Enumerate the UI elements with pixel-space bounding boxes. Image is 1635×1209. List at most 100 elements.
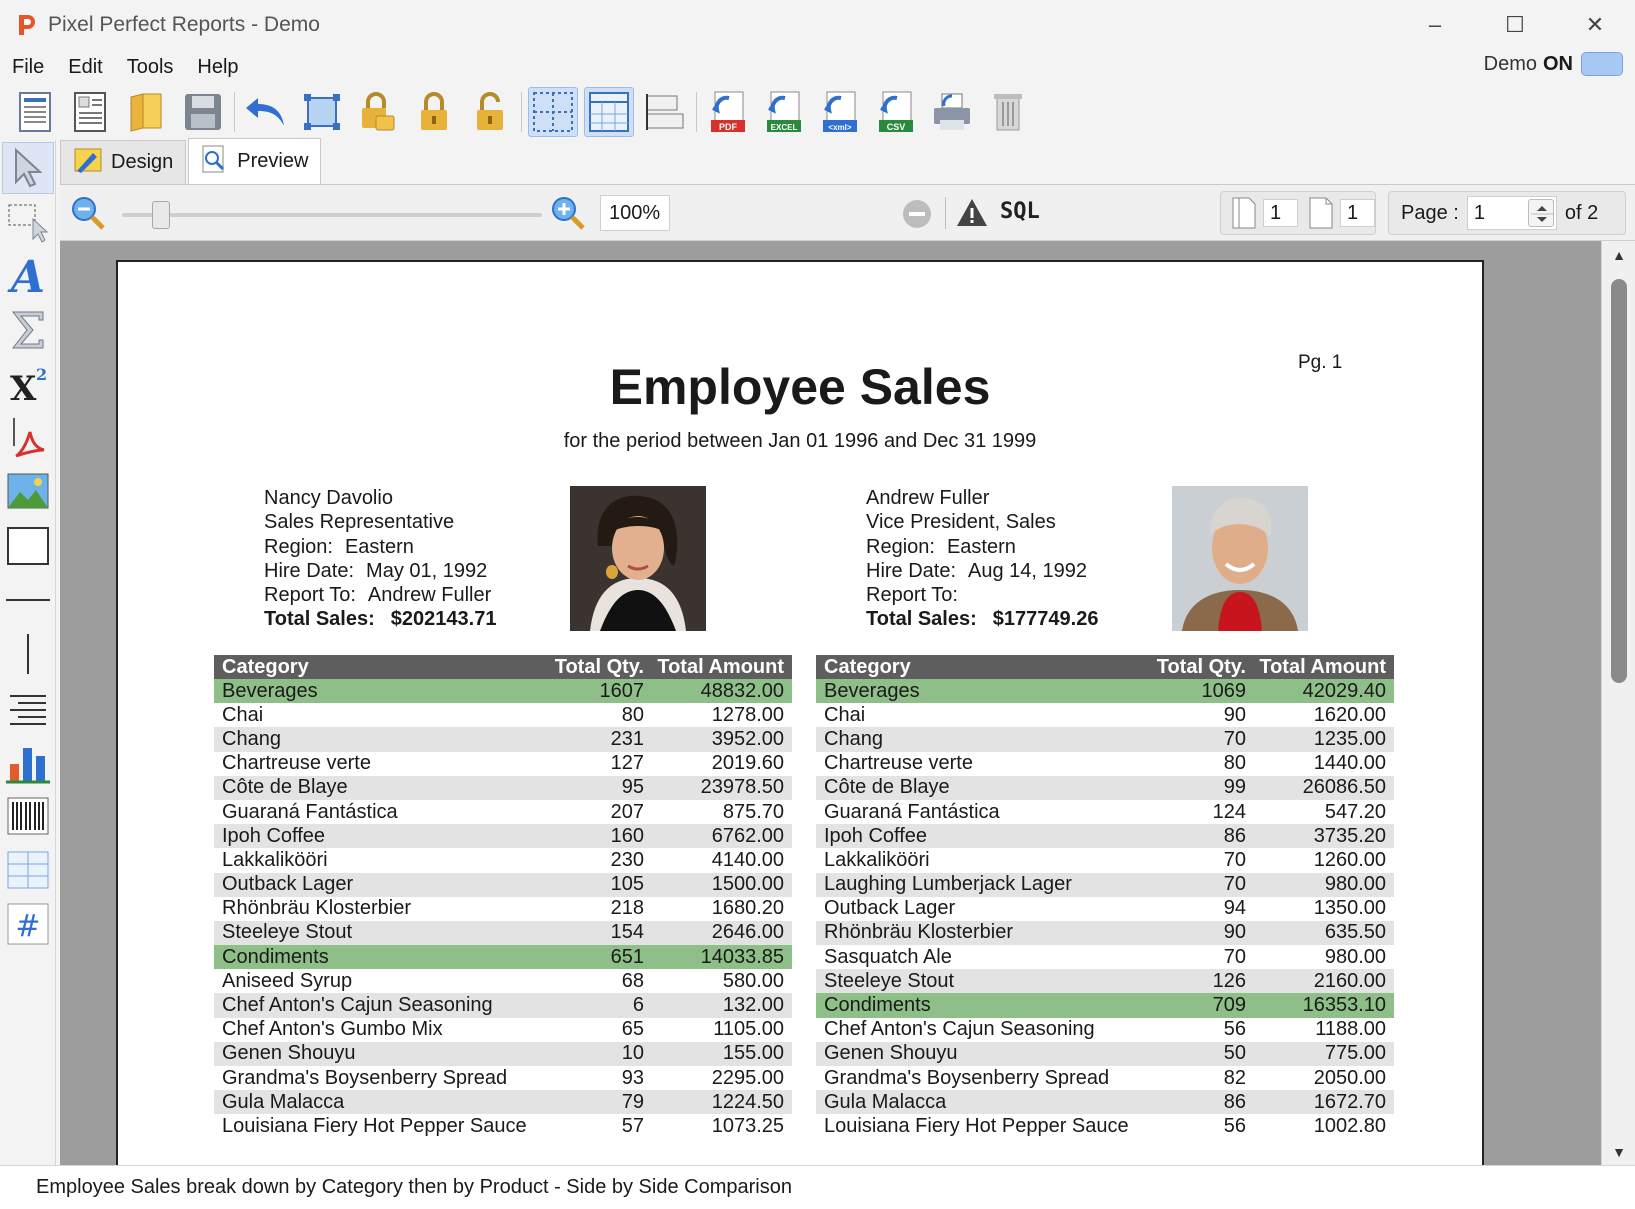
rectangle-tool-icon[interactable] — [2, 520, 54, 572]
report-to-label: Report To: — [866, 584, 958, 607]
tab-preview[interactable]: Preview — [188, 138, 322, 184]
report-wizard-icon[interactable] — [66, 87, 116, 137]
export-csv-icon[interactable]: CSV — [871, 87, 921, 137]
status-bar: Employee Sales break down by Category th… — [0, 1165, 1635, 1209]
status-text: Employee Sales break down by Category th… — [36, 1176, 792, 1198]
close-button[interactable]: ✕ — [1555, 0, 1635, 50]
marquee-select-icon[interactable] — [2, 196, 54, 248]
align-icon[interactable] — [640, 87, 690, 137]
table-tool-icon[interactable] — [2, 844, 54, 896]
scroll-up-icon[interactable]: ▲ — [1602, 241, 1635, 269]
cell-amount: 3952.00 — [711, 727, 784, 750]
lock-icon[interactable] — [353, 87, 403, 137]
table-row: Steeleye Stout 126 2160.00 — [816, 969, 1394, 994]
hire-date-value: Aug 14, 1992 — [968, 559, 1088, 582]
zoom-slider-track[interactable] — [122, 213, 542, 217]
minimize-button[interactable]: – — [1395, 0, 1475, 50]
sql-button[interactable]: SQL — [1000, 199, 1040, 224]
page-number-tool-icon[interactable]: # — [2, 898, 54, 950]
open-folder-icon[interactable] — [122, 87, 172, 137]
unlock-icon[interactable] — [465, 87, 515, 137]
cell-amount: 1672.70 — [1313, 1090, 1386, 1113]
cell-qty: 154 — [610, 921, 644, 944]
print-icon[interactable] — [927, 87, 977, 137]
cell-amount: 14033.85 — [700, 945, 784, 968]
stop-icon[interactable] — [902, 199, 932, 229]
export-xml-icon[interactable]: <xml> — [815, 87, 865, 137]
table-row: Chai 80 1278.00 — [214, 703, 792, 728]
new-report-icon[interactable] — [10, 87, 60, 137]
menu-file[interactable]: File — [0, 56, 56, 79]
save-icon[interactable] — [178, 87, 228, 137]
cell-amount: 1620.00 — [1313, 703, 1386, 726]
toolbar-separator — [696, 92, 697, 132]
cell-amount: 1224.50 — [711, 1090, 784, 1113]
cell-amount: 2295.00 — [711, 1066, 784, 1089]
cell-qty: 80 — [1223, 752, 1246, 775]
cell-qty: 218 — [610, 897, 644, 920]
zoom-out-icon[interactable] — [70, 195, 106, 231]
zoom-level-field[interactable]: 100% — [600, 195, 670, 231]
scrollbar-thumb[interactable] — [1611, 279, 1627, 683]
horizontal-line-icon[interactable] — [2, 574, 54, 626]
barcode-tool-icon[interactable] — [2, 790, 54, 842]
menu-edit[interactable]: Edit — [56, 56, 114, 79]
rich-text-icon[interactable] — [2, 682, 54, 734]
cell-qty: 10 — [621, 1042, 644, 1065]
cell-category: Louisiana Fiery Hot Pepper Sauce — [222, 1114, 527, 1137]
cell-qty: 1069 — [1201, 679, 1247, 702]
menu-help[interactable]: Help — [185, 56, 250, 79]
main-toolbar: PDF EXCEL <xml> CSV — [0, 84, 1635, 140]
select-all-icon[interactable] — [297, 87, 347, 137]
lock-closed-icon[interactable] — [409, 87, 459, 137]
pdf-field-icon[interactable] — [2, 412, 54, 464]
cell-amount: 1440.00 — [1313, 752, 1386, 775]
grid-icon[interactable] — [528, 87, 578, 137]
export-pdf-icon[interactable]: PDF — [703, 87, 753, 137]
report-title: Employee Sales — [609, 359, 991, 415]
pages-across-input[interactable]: 1 — [1263, 199, 1298, 227]
formula-tool-icon[interactable]: X2 — [2, 358, 54, 410]
cell-qty: 126 — [1212, 969, 1246, 992]
text-tool-icon[interactable]: A — [2, 250, 54, 302]
page-number-input[interactable]: 1 — [1466, 196, 1557, 230]
delete-icon[interactable] — [983, 87, 1033, 137]
snap-grid-icon[interactable] — [584, 87, 634, 137]
cell-amount: 2019.60 — [711, 752, 784, 775]
table-row: Chef Anton's Cajun Seasoning 6 132.00 — [214, 993, 792, 1018]
cell-amount: 16353.10 — [1302, 994, 1386, 1017]
warning-icon[interactable] — [956, 197, 988, 229]
vertical-line-icon[interactable] — [2, 628, 54, 680]
table-row: Louisiana Fiery Hot Pepper Sauce 56 1002.8… — [816, 1114, 1394, 1139]
chart-tool-icon[interactable] — [2, 736, 54, 788]
export-excel-icon[interactable]: EXCEL — [759, 87, 809, 137]
maximize-button[interactable]: ☐ — [1475, 0, 1555, 50]
menu-tools[interactable]: Tools — [115, 56, 186, 79]
toolbar-separator — [521, 92, 522, 132]
cell-amount: 1500.00 — [711, 873, 784, 896]
cell-qty: 50 — [1223, 1042, 1246, 1065]
table-row: Côte de Blaye 99 26086.50 — [816, 775, 1394, 800]
tab-design[interactable]: Design — [60, 140, 187, 184]
image-tool-icon[interactable] — [2, 466, 54, 518]
cell-qty: 231 — [610, 727, 644, 750]
zoom-in-icon[interactable] — [550, 195, 586, 231]
svg-text:A: A — [7, 254, 45, 298]
app-window: Pixel Perfect Reports - Demo – ☐ ✕ File … — [0, 0, 1635, 1209]
cell-qty: 160 — [610, 824, 644, 847]
sum-tool-icon[interactable] — [2, 304, 54, 356]
cell-category: Lakkalikööri — [824, 848, 930, 871]
demo-toggle[interactable] — [1581, 52, 1623, 76]
scroll-down-icon[interactable]: ▼ — [1602, 1138, 1635, 1166]
pointer-tool-icon[interactable] — [2, 142, 54, 194]
demo-state: ON — [1543, 52, 1573, 75]
table-row: Chartreuse verte 127 2019.60 — [214, 751, 792, 776]
zoom-slider-thumb[interactable] — [152, 201, 170, 229]
cell-category: Chef Anton's Cajun Seasoning — [222, 994, 493, 1017]
page-spinner[interactable] — [1527, 199, 1554, 227]
vertical-scrollbar[interactable]: ▲ ▼ — [1601, 241, 1635, 1166]
undo-icon[interactable] — [241, 87, 291, 137]
pages-down-input[interactable]: 1 — [1340, 199, 1375, 227]
cell-amount: 1105.00 — [713, 1018, 784, 1041]
cell-qty: 90 — [1223, 703, 1246, 726]
